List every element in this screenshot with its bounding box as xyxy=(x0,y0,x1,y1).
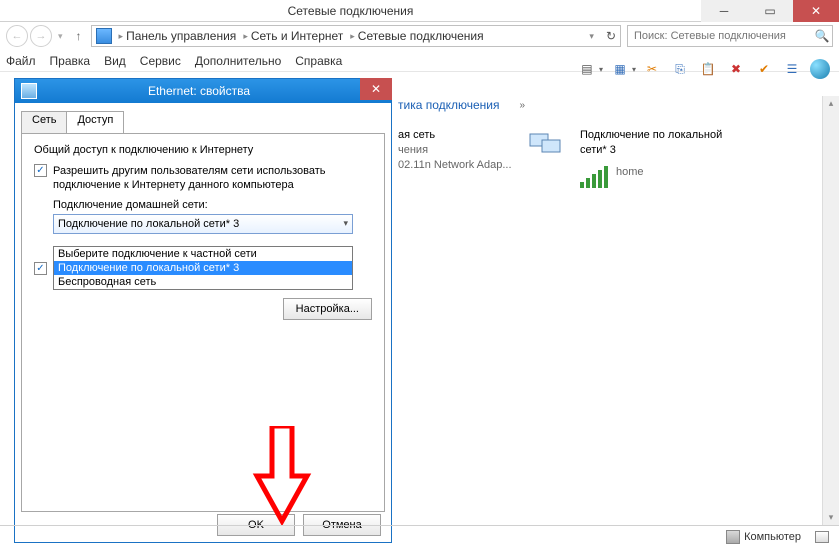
status-text: Компьютер xyxy=(744,531,801,543)
menu-view[interactable]: Вид xyxy=(104,54,126,68)
search-input[interactable] xyxy=(632,29,812,43)
crumb-2[interactable]: Сеть и Интернет xyxy=(251,29,343,43)
menu-file[interactable]: Файл xyxy=(6,54,36,68)
scroll-down[interactable]: ▾ xyxy=(829,512,834,523)
organize-button[interactable]: ▤▾ xyxy=(573,55,604,83)
status-bar: Компьютер xyxy=(0,525,839,547)
globe-icon[interactable] xyxy=(807,56,833,82)
crumb-3[interactable]: Сетевые подключения xyxy=(358,29,484,43)
home-connection-label: Подключение домашней сети: xyxy=(53,199,372,211)
group-title: Общий доступ к подключению к Интернету xyxy=(34,144,372,156)
up-button[interactable]: ↑ xyxy=(71,28,87,44)
conn-name2: сети* 3 xyxy=(580,143,722,158)
connections-area: ая сеть чения 02.11n Network Adap... Под… xyxy=(398,128,738,188)
command-bar: тика подключения » xyxy=(398,98,525,112)
properties-icon[interactable]: ☰ xyxy=(779,56,805,82)
checkbox-allow-sharing-label: Разрешить другим пользователям сети испо… xyxy=(53,164,372,193)
tab-network[interactable]: Сеть xyxy=(21,111,67,133)
window-title: Сетевые подключения xyxy=(0,4,701,18)
menu-help[interactable]: Справка xyxy=(295,54,342,68)
crumb-1[interactable]: Панель управления xyxy=(126,29,236,43)
monitors-icon xyxy=(528,128,564,164)
menu-service[interactable]: Сервис xyxy=(140,54,181,68)
dialog-close-button[interactable]: ✕ xyxy=(360,78,392,100)
scroll-up[interactable]: ▴ xyxy=(829,98,834,109)
window-titlebar: Сетевые подключения ─ ▭ ✕ xyxy=(0,0,839,22)
minimize-button[interactable]: ─ xyxy=(701,0,747,22)
location-icon xyxy=(96,28,112,44)
dialog-tabs: Сеть Доступ xyxy=(21,111,385,133)
checkbox-allow-control[interactable]: ✓ xyxy=(34,262,47,275)
conn-name: ая сеть xyxy=(398,128,512,143)
refresh-button[interactable]: ↻ xyxy=(606,29,616,43)
search-icon[interactable]: 🔍 xyxy=(812,29,832,43)
menu-extra[interactable]: Дополнительно xyxy=(195,54,281,68)
toolbar: ▤▾ ▦▾ ✂ ⎘ 📋 ✖ ✔ ☰ xyxy=(573,55,833,83)
dropdown-option-1[interactable]: Выберите подключение к частной сети xyxy=(54,247,352,261)
search-box[interactable]: 🔍 xyxy=(627,25,833,47)
copy-icon[interactable]: ⎘ xyxy=(667,56,693,82)
address-bar-row: ← → ▾ ↑ ▸ Панель управления ▸ Сеть и Инт… xyxy=(0,22,839,50)
forward-button[interactable]: → xyxy=(30,25,52,47)
connection-item-2[interactable]: Подключение по локальной сети* 3 home xyxy=(528,128,738,188)
vertical-scrollbar[interactable]: ▴ ▾ xyxy=(822,96,839,525)
maximize-button[interactable]: ▭ xyxy=(747,0,793,22)
crumb-sep: ▸ xyxy=(243,31,248,42)
home-connection-select[interactable]: Подключение по локальной сети* 3 ▾ xyxy=(53,214,353,234)
properties-dialog: Ethernet: свойства ✕ Сеть Доступ Общий д… xyxy=(14,78,392,543)
computer-icon xyxy=(726,530,740,544)
conn-status: чения xyxy=(398,143,512,158)
details-view-icon[interactable] xyxy=(815,531,829,543)
view-button[interactable]: ▦▾ xyxy=(606,55,637,83)
dialog-title: Ethernet: свойства xyxy=(43,84,355,98)
signal-icon xyxy=(580,164,608,188)
chevron-down-icon: ▾ xyxy=(343,218,348,229)
dropdown-option-2[interactable]: Подключение по локальной сети* 3 xyxy=(54,261,352,275)
command-overflow[interactable]: » xyxy=(520,100,526,111)
address-bar[interactable]: ▸ Панель управления ▸ Сеть и Интернет ▸ … xyxy=(91,25,621,47)
select-value: Подключение по локальной сети* 3 xyxy=(58,218,239,230)
back-button[interactable]: ← xyxy=(6,25,28,47)
conn-name: Подключение по локальной xyxy=(580,128,722,143)
home-connection-dropdown: Выберите подключение к частной сети Подк… xyxy=(53,246,353,290)
crumb-sep: ▸ xyxy=(119,31,124,42)
check-icon[interactable]: ✔ xyxy=(751,56,777,82)
address-right: ▾ ↻ xyxy=(589,29,616,43)
close-button[interactable]: ✕ xyxy=(793,0,839,22)
tab-access[interactable]: Доступ xyxy=(66,111,124,133)
history-dropdown[interactable]: ▾ xyxy=(58,31,63,42)
settings-button[interactable]: Настройка... xyxy=(283,298,372,320)
paste-icon[interactable]: 📋 xyxy=(695,56,721,82)
diag-button[interactable]: тика подключения xyxy=(398,98,500,112)
dialog-icon xyxy=(21,83,37,99)
conn-device: 02.11n Network Adap... xyxy=(398,158,512,173)
menu-edit[interactable]: Правка xyxy=(50,54,91,68)
delete-icon[interactable]: ✖ xyxy=(723,56,749,82)
dropdown-option-3[interactable]: Беспроводная сеть xyxy=(54,275,352,289)
checkbox-allow-sharing[interactable]: ✓ xyxy=(34,164,47,177)
crumb-sep: ▸ xyxy=(350,31,355,42)
dialog-titlebar[interactable]: Ethernet: свойства ✕ xyxy=(15,79,391,103)
conn-network: home xyxy=(616,165,644,180)
connection-item-1[interactable]: ая сеть чения 02.11n Network Adap... xyxy=(398,128,528,188)
cut-icon[interactable]: ✂ xyxy=(639,56,665,82)
address-dropdown[interactable]: ▾ xyxy=(589,31,594,42)
tab-pane: Общий доступ к подключению к Интернету ✓… xyxy=(21,133,385,512)
window-controls: ─ ▭ ✕ xyxy=(701,0,839,22)
